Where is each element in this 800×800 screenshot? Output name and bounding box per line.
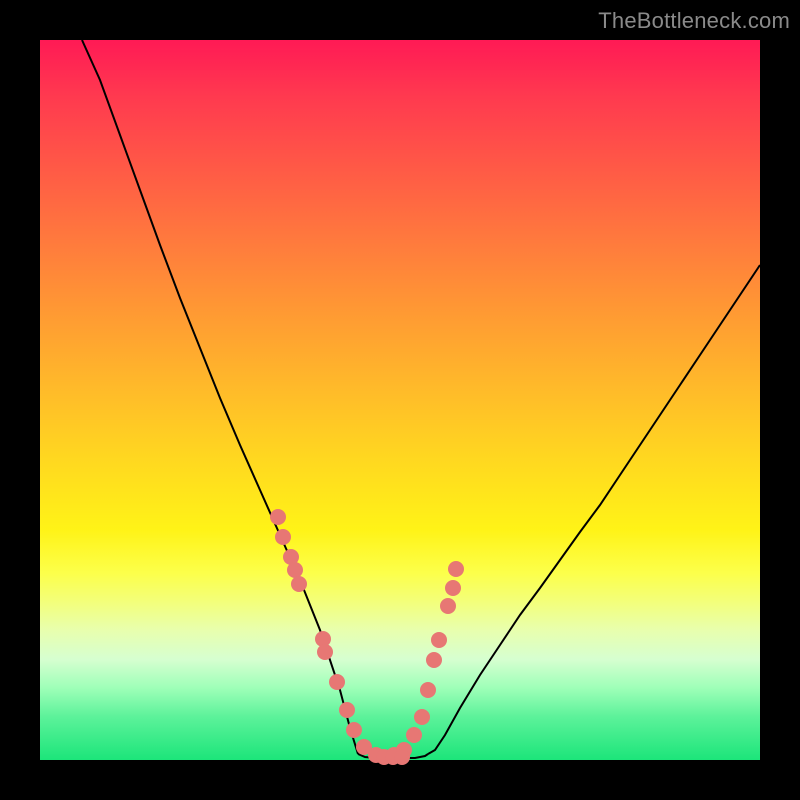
data-points xyxy=(270,509,464,765)
chart-frame: TheBottleneck.com xyxy=(0,0,800,800)
left-curve xyxy=(82,40,358,754)
data-point xyxy=(406,727,422,743)
data-point xyxy=(329,674,345,690)
data-point xyxy=(346,722,362,738)
data-point xyxy=(420,682,436,698)
data-point xyxy=(431,632,447,648)
data-point xyxy=(317,644,333,660)
data-point xyxy=(426,652,442,668)
right-curve xyxy=(428,265,760,754)
data-point xyxy=(339,702,355,718)
data-point xyxy=(440,598,456,614)
data-point xyxy=(445,580,461,596)
curve-layer xyxy=(40,40,760,760)
data-point xyxy=(448,561,464,577)
plot-area xyxy=(40,40,760,760)
data-point xyxy=(394,749,410,765)
watermark-text: TheBottleneck.com xyxy=(598,8,790,34)
data-point xyxy=(270,509,286,525)
data-point xyxy=(287,562,303,578)
data-point xyxy=(414,709,430,725)
data-point xyxy=(275,529,291,545)
data-point xyxy=(291,576,307,592)
